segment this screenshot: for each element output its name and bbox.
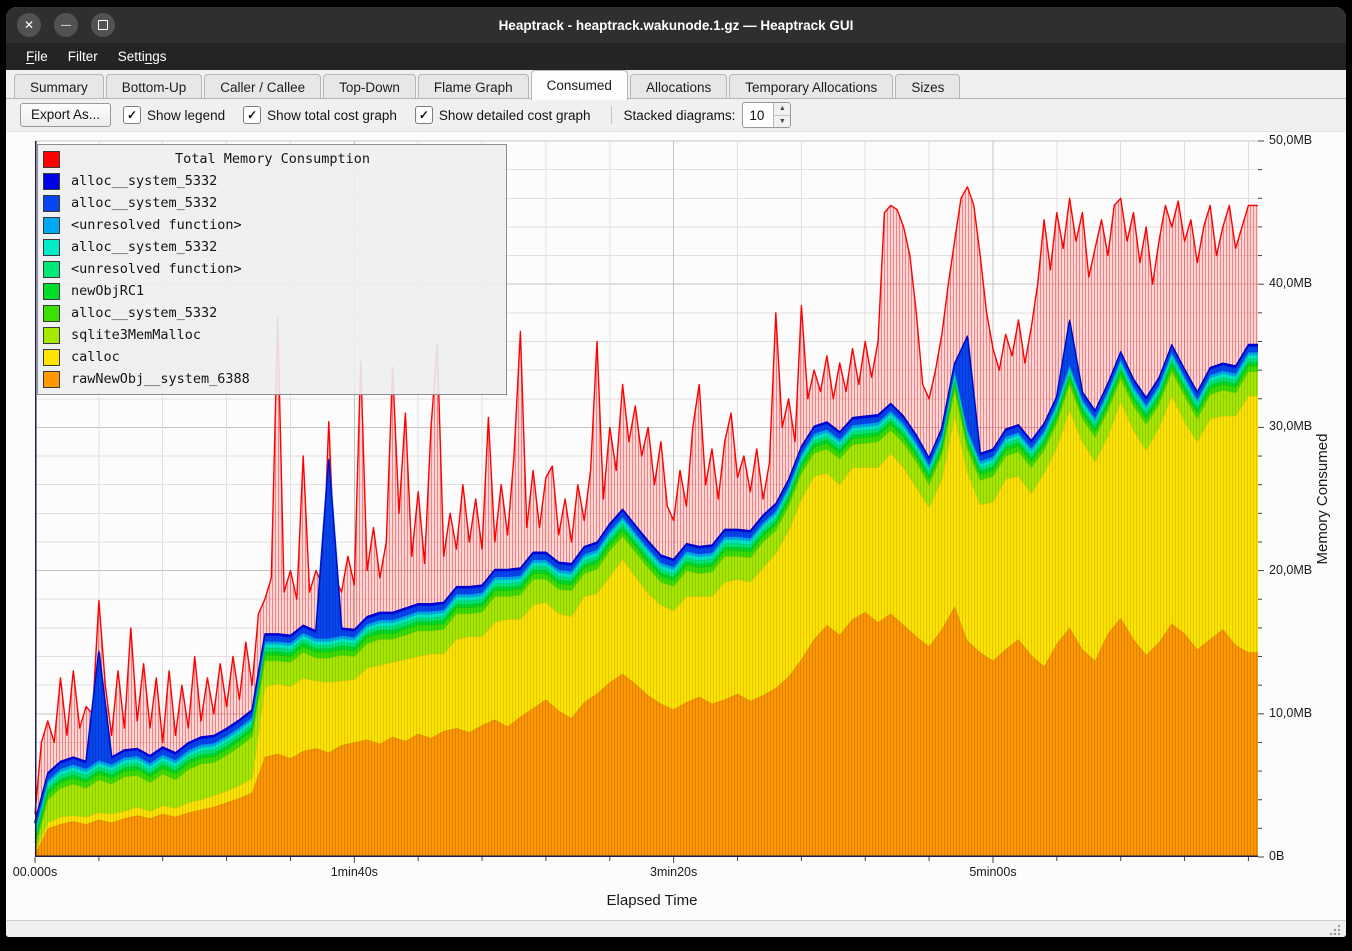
y-tick-label: 20,0MB: [1269, 563, 1312, 577]
legend-item: newObjRC1: [38, 280, 506, 302]
tab-flame-graph[interactable]: Flame Graph: [418, 74, 529, 99]
checkbox-show-legend[interactable]: ✓ Show legend: [123, 106, 225, 124]
y-tick-label: 50,0MB: [1269, 133, 1312, 147]
tab-top-down[interactable]: Top-Down: [323, 74, 416, 99]
minimize-icon: —: [61, 20, 71, 31]
checkbox-label: Show total cost graph: [267, 108, 397, 123]
checkbox-icon: ✓: [243, 106, 261, 124]
menu-bar: FileFilterSettings: [6, 43, 1346, 70]
legend-label: alloc__system_5332: [71, 239, 217, 255]
legend-title-row: Total Memory Consumption: [38, 148, 506, 170]
legend-label: calloc: [71, 349, 120, 365]
stacked-diagrams-label: Stacked diagrams:: [624, 108, 736, 123]
legend-swatch: [43, 349, 60, 366]
legend-swatch: [43, 151, 60, 168]
maximize-button[interactable]: [91, 13, 115, 37]
tab-consumed[interactable]: Consumed: [531, 70, 628, 100]
legend-swatch: [43, 371, 60, 388]
window-title: Heaptrack - heaptrack.wakunode.1.gz — He…: [6, 18, 1346, 33]
resize-grip-icon[interactable]: [1328, 923, 1341, 936]
legend-label: alloc__system_5332: [71, 173, 217, 189]
legend-label: sqlite3MemMalloc: [71, 327, 201, 343]
legend-label: <unresolved function>: [71, 261, 242, 277]
toolbar-separator: [611, 106, 612, 124]
close-button[interactable]: ✕: [17, 13, 41, 37]
legend-item: sqlite3MemMalloc: [38, 324, 506, 346]
legend-label: rawNewObj__system_6388: [71, 371, 250, 387]
title-bar[interactable]: ✕ — Heaptrack - heaptrack.wakunode.1.gz …: [6, 7, 1346, 43]
legend-swatch: [43, 195, 60, 212]
x-tick-label: 1min40s: [309, 865, 399, 879]
export-as-button[interactable]: Export As...: [20, 103, 111, 127]
y-axis-title: Memory Consumed: [1314, 389, 1334, 609]
legend-label: <unresolved function>: [71, 217, 242, 233]
chart-legend: Total Memory Consumption alloc__system_53…: [37, 144, 507, 395]
legend-item: <unresolved function>: [38, 214, 506, 236]
checkbox-label: Show detailed cost graph: [439, 108, 591, 123]
legend-label: newObjRC1: [71, 283, 144, 299]
x-axis-title: Elapsed Time: [592, 892, 712, 909]
status-bar: [6, 920, 1346, 937]
y-tick-label: 10,0MB: [1269, 706, 1312, 720]
menu-filter[interactable]: Filter: [58, 46, 108, 67]
legend-swatch: [43, 173, 60, 190]
y-tick-label: 30,0MB: [1269, 419, 1312, 433]
tab-allocations[interactable]: Allocations: [630, 74, 727, 99]
close-icon: ✕: [24, 18, 34, 32]
x-tick-label: 3min20s: [629, 865, 719, 879]
menu-file[interactable]: File: [16, 46, 58, 67]
stepper-up-icon[interactable]: ▲: [774, 103, 790, 116]
legend-swatch: [43, 217, 60, 234]
minimize-button[interactable]: —: [54, 13, 78, 37]
tab-summary[interactable]: Summary: [14, 74, 104, 99]
legend-item: <unresolved function>: [38, 258, 506, 280]
checkbox-icon: ✓: [123, 106, 141, 124]
x-tick-label: 00.000s: [6, 865, 80, 879]
toolbar: Export As... ✓ Show legend ✓ Show total cos…: [6, 99, 1346, 132]
legend-label: alloc__system_5332: [71, 305, 217, 321]
legend-item: alloc__system_5332: [38, 236, 506, 258]
checkbox-show-total-cost-graph[interactable]: ✓ Show total cost graph: [243, 106, 397, 124]
maximize-icon: [98, 20, 108, 30]
menu-settings[interactable]: Settings: [108, 46, 177, 67]
legend-item: alloc__system_5332: [38, 170, 506, 192]
checkbox-show-detailed-cost-graph[interactable]: ✓ Show detailed cost graph: [415, 106, 591, 124]
legend-label: Total Memory Consumption: [71, 151, 474, 167]
legend-item: alloc__system_5332: [38, 302, 506, 324]
legend-swatch: [43, 239, 60, 256]
checkbox-label: Show legend: [147, 108, 225, 123]
consumed-chart-area: Total Memory Consumption alloc__system_53…: [6, 132, 1346, 920]
tab-bar: SummaryBottom-UpCaller / CalleeTop-DownF…: [6, 70, 1346, 99]
legend-swatch: [43, 261, 60, 278]
tab-caller-callee[interactable]: Caller / Callee: [204, 74, 321, 99]
legend-swatch: [43, 305, 60, 322]
tab-temporary-allocations[interactable]: Temporary Allocations: [729, 74, 893, 99]
stacked-diagrams-value[interactable]: 10: [743, 103, 773, 127]
stepper-down-icon[interactable]: ▼: [774, 116, 790, 128]
legend-swatch: [43, 327, 60, 344]
legend-item: rawNewObj__system_6388: [38, 368, 506, 390]
x-tick-label: 5min00s: [948, 865, 1038, 879]
heaptrack-window: ✕ — Heaptrack - heaptrack.wakunode.1.gz …: [6, 7, 1346, 937]
tab-sizes[interactable]: Sizes: [895, 74, 960, 99]
tab-bottom-up[interactable]: Bottom-Up: [106, 74, 203, 99]
stacked-diagrams-stepper[interactable]: 10 ▲ ▼: [742, 102, 791, 128]
legend-item: calloc: [38, 346, 506, 368]
y-tick-label: 0B: [1269, 849, 1284, 863]
legend-item: alloc__system_5332: [38, 192, 506, 214]
y-tick-label: 40,0MB: [1269, 276, 1312, 290]
checkbox-icon: ✓: [415, 106, 433, 124]
legend-swatch: [43, 283, 60, 300]
legend-label: alloc__system_5332: [71, 195, 217, 211]
